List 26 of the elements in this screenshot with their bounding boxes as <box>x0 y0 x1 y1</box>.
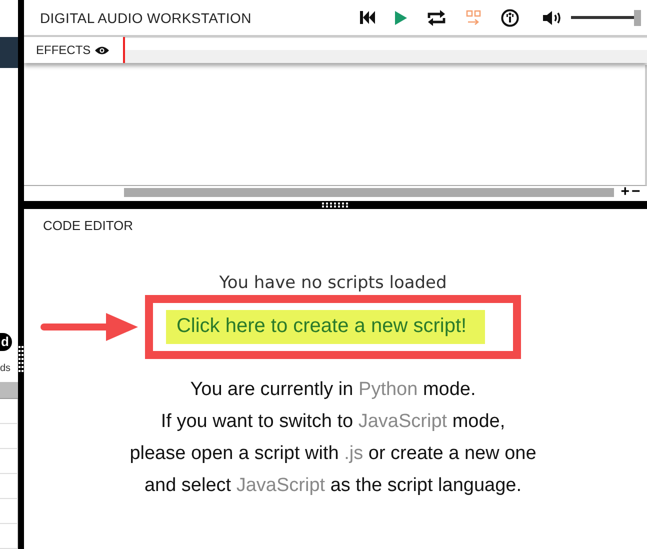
empty-message: You have no scripts loaded <box>219 273 447 293</box>
badge: d <box>0 332 12 352</box>
panel-header <box>0 37 18 68</box>
resize-grip-icon[interactable] <box>18 346 24 374</box>
volume-slider[interactable] <box>571 10 641 26</box>
loop-icon[interactable] <box>427 10 446 26</box>
resize-grip-icon[interactable] <box>322 202 350 208</box>
scrollbar-thumb[interactable] <box>124 188 614 196</box>
panel-title: DIGITAL AUDIO WORKSTATION <box>40 10 252 26</box>
speaker-icon[interactable] <box>543 10 563 26</box>
info-text: and select JavaScript as the script language. <box>144 475 522 497</box>
zoom-button[interactable]: + <box>620 186 630 198</box>
effects-tab[interactable]: EFFECTS <box>24 37 123 63</box>
arrow-icon <box>40 312 140 342</box>
create-script-link[interactable]: Click here to create a new script! <box>166 310 485 344</box>
skip-back-icon[interactable] <box>360 11 375 24</box>
info-text: You are currently in Python mode. <box>190 379 476 401</box>
panel-title: CODE EDITOR <box>43 218 134 233</box>
play-icon[interactable] <box>395 10 407 24</box>
table-header <box>0 382 18 399</box>
eye-icon <box>94 46 109 54</box>
side-caption: ds <box>0 363 12 374</box>
zoom-button[interactable]: − <box>630 186 642 198</box>
info-text: please open a script with .js or create a new one <box>130 443 536 465</box>
info-text: If you want to switch to JavaScript mode, <box>160 411 506 433</box>
info-icon[interactable] <box>501 8 519 26</box>
